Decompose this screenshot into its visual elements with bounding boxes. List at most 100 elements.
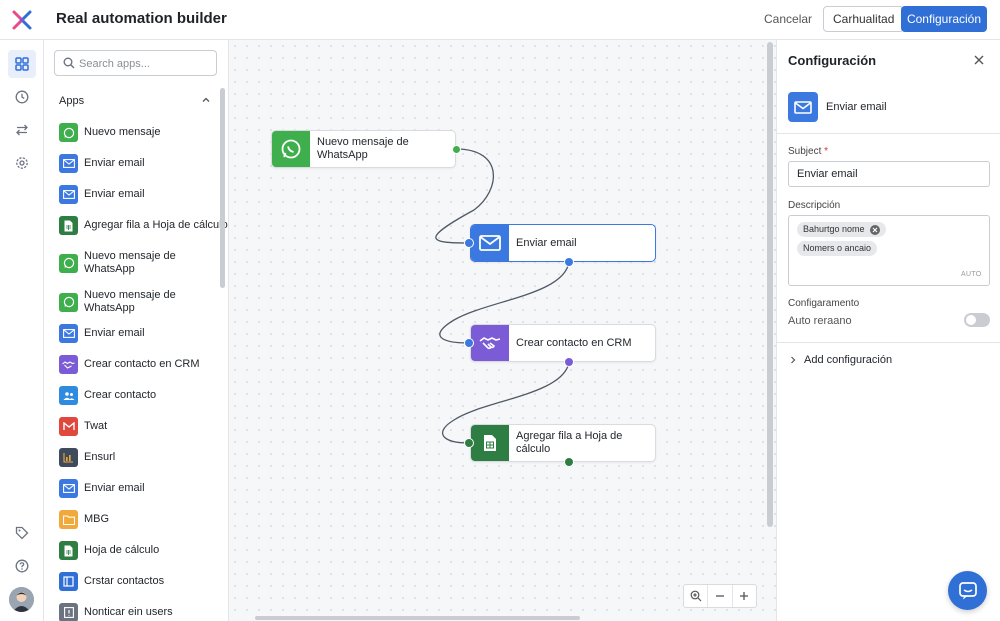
add-configuration-label: Add configuración: [804, 354, 893, 366]
close-icon[interactable]: [974, 55, 984, 65]
apps-section-header[interactable]: Apps: [59, 95, 84, 107]
variable-chip[interactable]: Bahurtgo nome: [797, 222, 886, 237]
node-send-email[interactable]: Enviar email: [470, 224, 656, 262]
input-port[interactable]: [464, 238, 474, 248]
help-icon: [15, 559, 29, 573]
chevron-up-icon[interactable]: [201, 95, 211, 105]
app-list-item[interactable]: Enviar email: [59, 185, 145, 204]
chat-icon: [958, 581, 977, 599]
app-list-item[interactable]: Twat: [59, 417, 107, 436]
toggle-label: Auto reraano: [788, 315, 852, 327]
search-icon: [63, 57, 75, 69]
app-list-item-label: Enviar email: [84, 157, 145, 169]
node-label: Nuevo mensaje de WhatsApp: [317, 136, 409, 161]
rail-transfer-button[interactable]: [8, 116, 36, 144]
output-port[interactable]: [564, 357, 574, 367]
divider: [777, 133, 1000, 134]
app-list-item-label: Crear contacto en CRM: [84, 358, 200, 370]
rail-history-button[interactable]: [8, 83, 36, 111]
description-field[interactable]: Bahurtgo nome Nomers o ancaio AUTO: [788, 215, 990, 286]
app-list-item[interactable]: Enviar email: [59, 154, 145, 173]
chat-button[interactable]: [948, 571, 987, 610]
workflow-canvas[interactable]: Nuevo mensaje de WhatsApp Enviar email C…: [229, 40, 776, 621]
node-whatsapp-trigger[interactable]: Nuevo mensaje de WhatsApp: [271, 130, 456, 168]
zoom-in-button[interactable]: [733, 585, 756, 607]
canvas-scrollbar-vertical[interactable]: [767, 42, 773, 527]
node-label: Agregar fila a Hoja de cálculo: [516, 430, 623, 455]
gear-icon: [16, 157, 28, 169]
contacts-square-icon: [59, 572, 78, 591]
user-avatar-icon: [9, 587, 34, 612]
secondary-button[interactable]: Carhualitad: [823, 6, 905, 32]
app-list-item[interactable]: Crear contacto en CRM: [59, 355, 200, 374]
app-list-item-label: Crstar contactos: [84, 575, 165, 587]
node-create-crm-contact[interactable]: Crear contacto en CRM: [470, 324, 656, 362]
remove-chip-icon[interactable]: [869, 224, 880, 235]
app-list-item[interactable]: Crstar contactos: [59, 572, 164, 591]
rail-help-button[interactable]: [8, 552, 36, 580]
zoom-out-button[interactable]: [708, 585, 733, 607]
app-list-item[interactable]: Agregar fila a Hoja de cálculo: [59, 216, 228, 235]
output-port[interactable]: [564, 257, 574, 267]
app-list-item[interactable]: Ensurl: [59, 448, 115, 467]
zoom-fit-button[interactable]: [684, 585, 709, 607]
contacts-icon: [59, 386, 78, 405]
notice-icon: [59, 603, 78, 621]
chip-label: Nomers o ancaio: [803, 243, 872, 253]
whatsapp-icon: [59, 123, 78, 142]
sheet-icon: [59, 216, 78, 235]
app-list-item-label: Nuevo mensaje de WhatsApp: [84, 289, 176, 314]
app-list-item[interactable]: Enviar email: [59, 479, 145, 498]
section-label: Configaramento: [788, 298, 860, 309]
folder-icon: [59, 510, 78, 529]
whatsapp-icon: [59, 253, 78, 273]
input-port[interactable]: [464, 438, 474, 448]
rail-apps-button[interactable]: [8, 50, 36, 78]
required-mark: *: [824, 146, 829, 157]
plus-icon: [740, 592, 749, 600]
app-list-item[interactable]: Nuevo mensaje de WhatsApp: [59, 250, 184, 276]
app-list-item[interactable]: Crear contacto: [59, 386, 156, 405]
app-list-item[interactable]: Nonticar ein users: [59, 603, 173, 621]
app-list-item[interactable]: Nuevo mensaje de WhatsApp: [59, 289, 184, 315]
search-box[interactable]: [54, 50, 217, 76]
rail-tags-button[interactable]: [8, 519, 36, 547]
node-label: Enviar email: [516, 236, 577, 249]
sheet-icon: [471, 425, 509, 461]
handshake-icon: [59, 355, 78, 374]
sheet-icon: [59, 541, 78, 560]
output-port[interactable]: [564, 457, 574, 467]
app-list-item[interactable]: MBG: [59, 510, 109, 529]
app-list-item-label: Crear contacto: [84, 389, 157, 401]
auto-toggle[interactable]: [964, 313, 990, 327]
apps-scrollbar[interactable]: [220, 88, 225, 288]
description-label: Descripción: [788, 200, 841, 211]
app-list-item[interactable]: Hoja de cálculo: [59, 541, 159, 560]
app-list-item[interactable]: Nuevo mensaje: [59, 123, 160, 142]
app-list-item[interactable]: Enviar email: [59, 324, 145, 343]
app-list-item-label: Nuevo mensaje: [84, 126, 161, 138]
add-configuration-button[interactable]: Add configuración: [788, 354, 892, 366]
canvas-scrollbar-horizontal[interactable]: [255, 616, 580, 620]
input-port[interactable]: [464, 338, 474, 348]
selected-app-name: Enviar email: [826, 101, 887, 113]
email-icon: [59, 185, 78, 204]
chevron-right-icon: [791, 356, 796, 364]
mail-m-icon: [59, 417, 78, 436]
app-list-item-label: Ensurl: [84, 451, 116, 463]
variable-chip[interactable]: Nomers o ancaio: [797, 241, 878, 256]
subject-label: Subject *: [788, 146, 828, 157]
cancel-button[interactable]: Cancelar: [756, 7, 820, 32]
app-list-item-label: Enviar email: [84, 482, 145, 494]
rail-settings-button[interactable]: [8, 149, 36, 177]
search-input[interactable]: [79, 54, 213, 73]
avatar[interactable]: [9, 587, 34, 612]
configuration-button[interactable]: Configuración: [901, 6, 987, 32]
node-add-sheet-row[interactable]: Agregar fila a Hoja de cálculo: [470, 424, 656, 462]
output-port[interactable]: [452, 145, 461, 154]
email-icon: [788, 92, 818, 122]
app-list-item-label: Hoja de cálculo: [84, 544, 160, 556]
left-rail: [0, 40, 44, 621]
subject-field[interactable]: Enviar email: [788, 161, 990, 187]
app-list-item-label: Nonticar ein users: [84, 606, 173, 618]
